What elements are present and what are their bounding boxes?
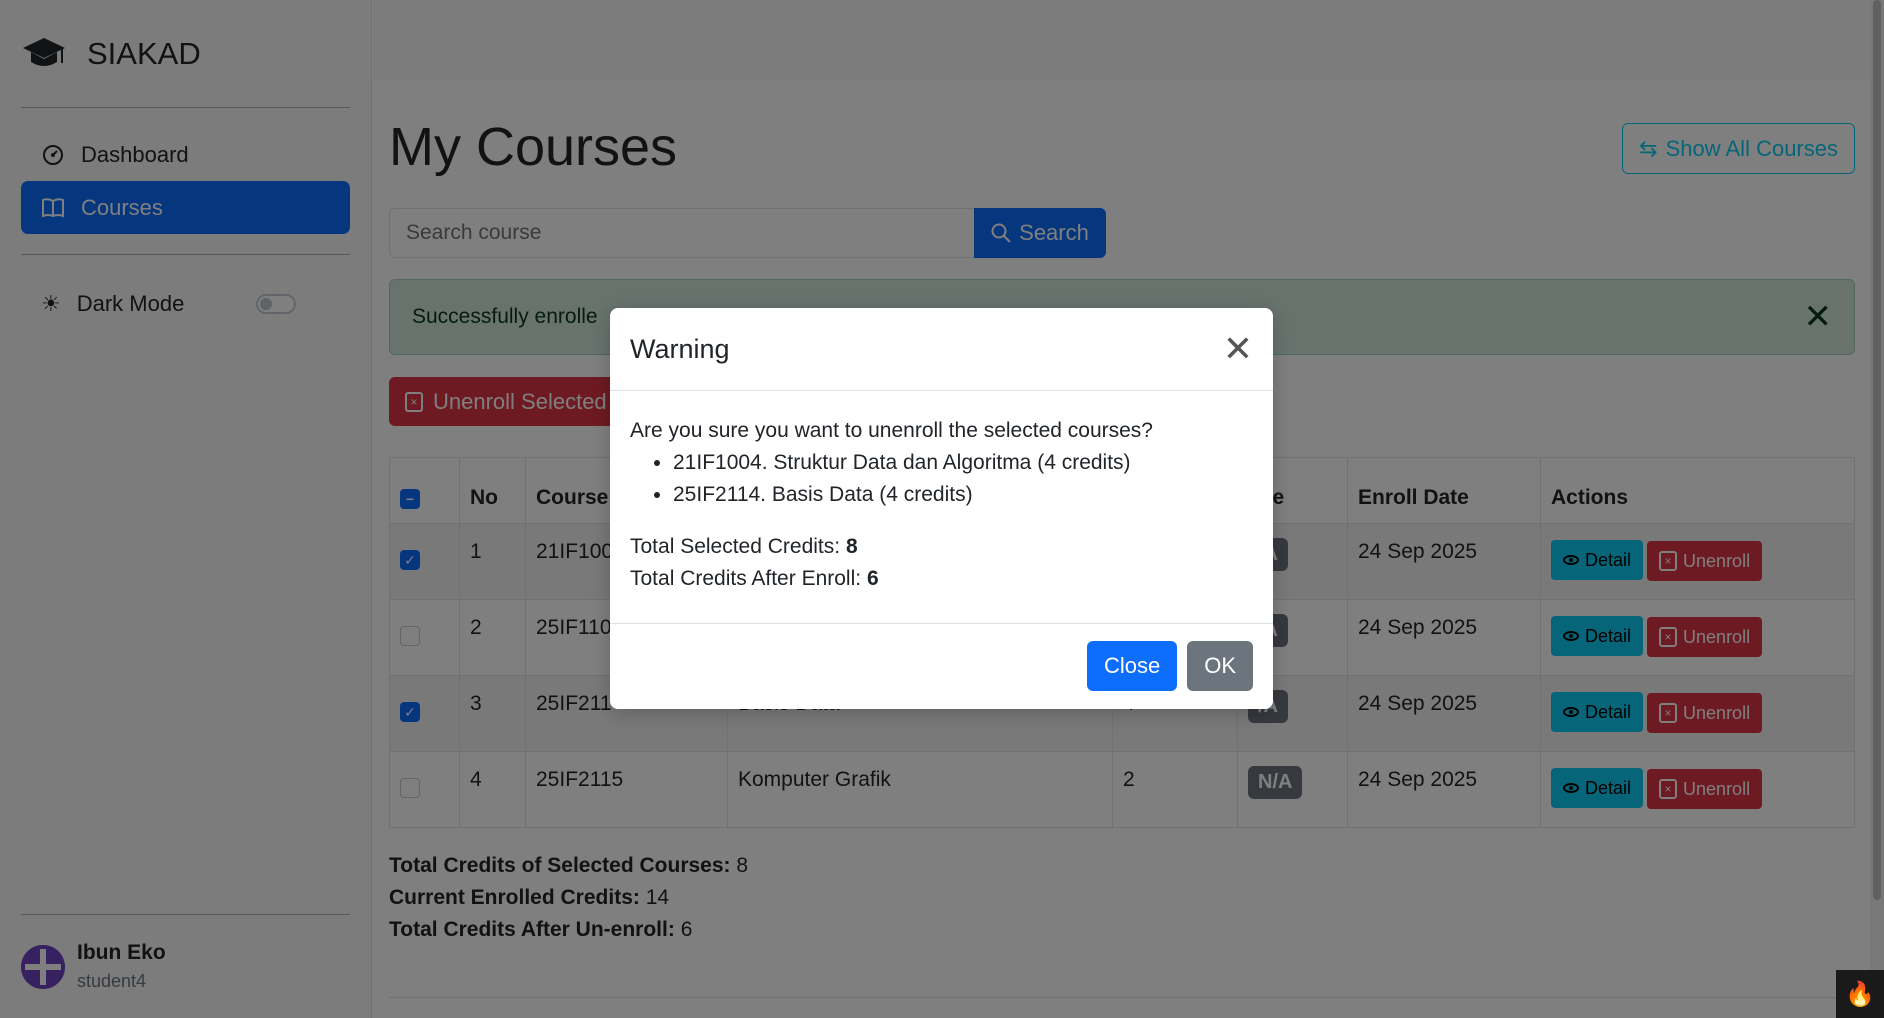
total-selected-credits: Total Selected Credits: 8 <box>630 531 1253 563</box>
flame-icon[interactable]: 🔥 <box>1836 970 1884 1018</box>
list-item: 25IF2114. Basis Data (4 credits) <box>673 479 1253 511</box>
modal-header: Warning ✕ <box>610 308 1273 391</box>
close-icon[interactable]: ✕ <box>1223 331 1253 367</box>
modal-question: Are you sure you want to unenroll the se… <box>630 419 1153 442</box>
total-credits-after-label: Total Credits After Enroll: <box>630 567 862 590</box>
modal-footer: Close OK <box>610 624 1273 708</box>
modal-body: Are you sure you want to unenroll the se… <box>610 391 1273 624</box>
close-button[interactable]: Close <box>1086 641 1178 691</box>
ok-button[interactable]: OK <box>1187 641 1253 691</box>
total-selected-credits-value: 8 <box>845 535 858 558</box>
list-item: 21IF1004. Struktur Data dan Algoritma (4… <box>673 447 1253 479</box>
total-credits-after: Total Credits After Enroll: 6 <box>630 563 1253 595</box>
warning-modal: Warning ✕ Are you sure you want to unenr… <box>610 308 1273 709</box>
total-credits-after-value: 6 <box>866 567 879 590</box>
modal-title: Warning <box>630 333 730 364</box>
total-selected-credits-label: Total Selected Credits: <box>630 535 841 558</box>
selected-courses-list: 21IF1004. Struktur Data dan Algoritma (4… <box>652 447 1253 511</box>
